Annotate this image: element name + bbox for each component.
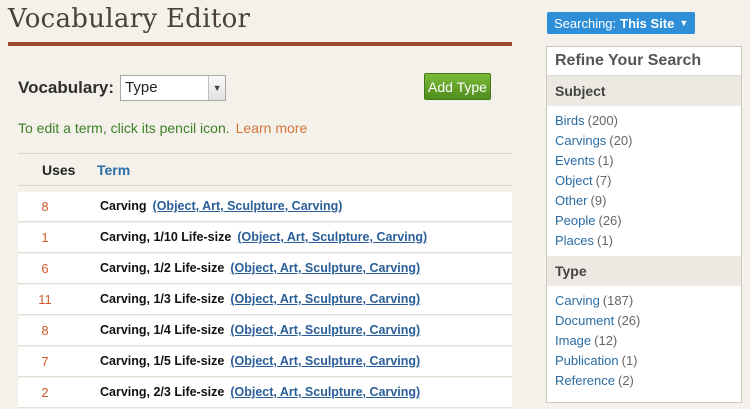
term-label: Carving, 1/3 Life-size bbox=[100, 292, 225, 306]
facet-item[interactable]: Reference (2) bbox=[555, 371, 741, 391]
facet-link[interactable]: Carvings bbox=[555, 133, 606, 148]
facet-count: (26) bbox=[617, 313, 641, 328]
edit-hint: To edit a term, click its pencil icon. Le… bbox=[18, 120, 307, 136]
term-path-link[interactable]: (Object, Art, Sculpture, Carving) bbox=[153, 199, 343, 213]
table-row: 6 Carving, 1/2 Life-size (Object, Art, Sc… bbox=[18, 254, 512, 284]
caret-down-icon: ▼ bbox=[679, 18, 689, 28]
facet-link[interactable]: Document bbox=[555, 313, 614, 328]
table-row: 2 Carving, 2/3 Life-size (Object, Art, Sc… bbox=[18, 378, 512, 408]
vocabulary-selected-value: Type bbox=[125, 79, 158, 96]
table-row: 1 Carving, 1/10 Life-size (Object, Art, S… bbox=[18, 223, 512, 253]
facet-item[interactable]: Document (26) bbox=[555, 311, 741, 331]
facet-link[interactable]: Publication bbox=[555, 353, 619, 368]
table-row: 7 Carving, 1/5 Life-size (Object, Art, Sc… bbox=[18, 347, 512, 377]
term-label: Carving, 1/4 Life-size bbox=[100, 323, 225, 337]
title-divider bbox=[8, 42, 512, 46]
main-content: Vocabulary Editor Vocabulary: Type ▼ Add… bbox=[0, 0, 512, 408]
facet-item[interactable]: Places (1) bbox=[555, 231, 741, 251]
term-label: Carving bbox=[100, 199, 147, 213]
table-row: 8 Carving (Object, Art, Sculpture, Carvin… bbox=[18, 192, 512, 222]
table-header: Uses Term bbox=[18, 153, 512, 186]
term-label: Carving, 2/3 Life-size bbox=[100, 385, 225, 399]
facet-link[interactable]: Reference bbox=[555, 373, 615, 388]
facet-link[interactable]: People bbox=[555, 213, 595, 228]
facet-item[interactable]: Events (1) bbox=[555, 151, 741, 171]
facet-count: (1) bbox=[597, 233, 613, 248]
facet-count: (2) bbox=[617, 373, 634, 388]
facet-link[interactable]: Object bbox=[555, 173, 593, 188]
terms-table: 8 Carving (Object, Art, Sculpture, Carvin… bbox=[18, 192, 512, 409]
facet-count: (1) bbox=[597, 153, 614, 168]
facet-list-subject: Birds (200) Carvings (20) Events (1) Object… bbox=[547, 106, 741, 256]
page-title: Vocabulary Editor bbox=[8, 4, 251, 34]
uses-count: 11 bbox=[38, 292, 52, 307]
term-path-link[interactable]: (Object, Art, Sculpture, Carving) bbox=[237, 230, 427, 244]
facet-count: (12) bbox=[594, 333, 618, 348]
vocabulary-row: Vocabulary: Type ▼ bbox=[18, 74, 227, 102]
term-label: Carving, 1/5 Life-size bbox=[100, 354, 225, 368]
term-name: Carving, 1/5 Life-size (Object, Art, Scul… bbox=[100, 354, 420, 368]
uses-count: 8 bbox=[41, 323, 49, 338]
facet-item[interactable]: Birds (200) bbox=[555, 111, 741, 131]
term-path-link[interactable]: (Object, Art, Sculpture, Carving) bbox=[230, 292, 420, 306]
facet-item[interactable]: Carving (187) bbox=[555, 291, 741, 311]
search-scope-value: This Site bbox=[620, 15, 675, 31]
uses-count: 7 bbox=[41, 354, 49, 369]
facet-count: (7) bbox=[595, 173, 612, 188]
term-label: Carving, 1/10 Life-size bbox=[100, 230, 232, 244]
facet-link[interactable]: Birds bbox=[555, 113, 585, 128]
facet-item[interactable]: Carvings (20) bbox=[555, 131, 741, 151]
vocabulary-label: Vocabulary: bbox=[18, 78, 115, 97]
search-scope-button[interactable]: Searching: This Site ▼ bbox=[547, 12, 696, 34]
search-scope-label: Searching: bbox=[554, 15, 617, 31]
table-row: 11 Carving, 1/3 Life-size (Object, Art, S… bbox=[18, 285, 512, 315]
facet-item[interactable]: Image (12) bbox=[555, 331, 741, 351]
uses-count: 6 bbox=[41, 261, 49, 276]
term-path-link[interactable]: (Object, Art, Sculpture, Carving) bbox=[230, 261, 420, 275]
facet-item[interactable]: Publication (1) bbox=[555, 351, 741, 371]
uses-count: 1 bbox=[41, 230, 49, 245]
column-header-term[interactable]: Term bbox=[97, 162, 130, 178]
facet-heading-subject: Subject bbox=[547, 76, 741, 106]
term-name: Carving, 1/4 Life-size (Object, Art, Scul… bbox=[100, 323, 420, 337]
learn-more-link[interactable]: Learn more bbox=[236, 120, 308, 136]
term-path-link[interactable]: (Object, Art, Sculpture, Carving) bbox=[230, 385, 420, 399]
uses-count: 8 bbox=[41, 199, 49, 214]
term-path-link[interactable]: (Object, Art, Sculpture, Carving) bbox=[230, 323, 420, 337]
term-name: Carving, 2/3 Life-size (Object, Art, Scul… bbox=[100, 385, 420, 399]
facet-link[interactable]: Places bbox=[555, 233, 594, 248]
add-type-button[interactable]: Add Type bbox=[424, 73, 491, 100]
facet-count: (26) bbox=[598, 213, 622, 228]
facet-heading-type: Type bbox=[547, 256, 741, 286]
table-row: 8 Carving, 1/4 Life-size (Object, Art, Sc… bbox=[18, 316, 512, 346]
facet-count: (9) bbox=[590, 193, 607, 208]
facet-item[interactable]: People (26) bbox=[555, 211, 741, 231]
facet-link[interactable]: Events bbox=[555, 153, 595, 168]
facet-list-type: Carving (187) Document (26) Image (12) Publ… bbox=[547, 286, 741, 396]
refine-search-panel: Refine Your Search Subject Birds (200) Ca… bbox=[546, 46, 742, 403]
facet-link[interactable]: Carving bbox=[555, 293, 600, 308]
column-header-uses[interactable]: Uses bbox=[42, 162, 75, 178]
term-path-link[interactable]: (Object, Art, Sculpture, Carving) bbox=[230, 354, 420, 368]
term-name: Carving, 1/10 Life-size (Object, Art, Scu… bbox=[100, 230, 427, 244]
facet-item[interactable]: Other (9) bbox=[555, 191, 741, 211]
uses-count: 2 bbox=[41, 385, 49, 400]
edit-hint-text: To edit a term, click its pencil icon. bbox=[18, 120, 230, 136]
facet-count: (20) bbox=[609, 133, 633, 148]
term-label: Carving, 1/2 Life-size bbox=[100, 261, 225, 275]
vocabulary-select[interactable]: Type ▼ bbox=[120, 75, 227, 101]
term-name: Carving (Object, Art, Sculpture, Carving) bbox=[100, 199, 342, 213]
facet-link[interactable]: Image bbox=[555, 333, 591, 348]
facet-link[interactable]: Other bbox=[555, 193, 588, 208]
term-name: Carving, 1/2 Life-size (Object, Art, Scul… bbox=[100, 261, 420, 275]
facet-count: (187) bbox=[602, 293, 634, 308]
facet-item[interactable]: Object (7) bbox=[555, 171, 741, 191]
term-name: Carving, 1/3 Life-size (Object, Art, Scul… bbox=[100, 292, 420, 306]
facet-count: (200) bbox=[587, 113, 618, 128]
facet-count: (1) bbox=[621, 353, 638, 368]
refine-title: Refine Your Search bbox=[547, 47, 741, 76]
chevron-down-icon[interactable]: ▼ bbox=[208, 76, 226, 100]
